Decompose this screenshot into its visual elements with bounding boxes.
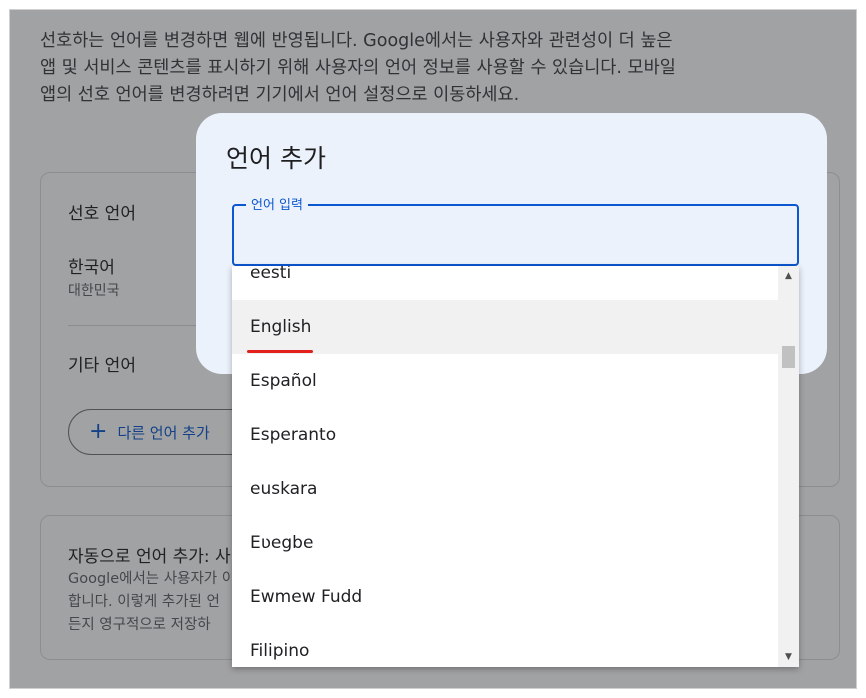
language-option-label: Esperanto <box>250 425 337 445</box>
language-option[interactable]: Eʋegbe <box>232 516 778 570</box>
language-input-label: 언어 입력 <box>246 194 308 213</box>
language-option-label: Eʋegbe <box>250 533 314 553</box>
red-underline-annotation <box>247 350 313 353</box>
dialog-title: 언어 추가 <box>226 144 326 173</box>
language-option[interactable]: euskara <box>232 462 778 516</box>
language-option[interactable]: Ewmew Fudd <box>232 570 778 624</box>
language-option[interactable]: eesti <box>232 266 778 300</box>
language-option-label: Filipino <box>250 641 310 661</box>
language-option[interactable]: Filipino <box>232 624 778 667</box>
language-option[interactable]: Español <box>232 354 778 408</box>
language-option-label: Español <box>250 371 317 391</box>
language-input[interactable] <box>248 220 778 250</box>
language-option-label: English <box>250 317 312 337</box>
scroll-up-arrow-icon[interactable]: ▲ <box>778 266 799 286</box>
language-dropdown-list: eesti English Español Esperanto euskara Eʋegb… <box>232 266 778 667</box>
scrollbar-thumb[interactable] <box>782 346 795 368</box>
language-option-label: euskara <box>250 479 318 499</box>
browser-frame: 선호하는 언어를 변경하면 웹에 반영됩니다. Google에서는 사용자와 관… <box>9 9 857 689</box>
language-dropdown[interactable]: eesti English Español Esperanto euskara Eʋegb… <box>232 266 799 667</box>
language-option[interactable]: English <box>232 300 778 354</box>
language-option[interactable]: Esperanto <box>232 408 778 462</box>
language-input-field[interactable]: 언어 입력 <box>232 194 799 266</box>
language-option-label: Ewmew Fudd <box>250 587 363 607</box>
language-option-label: eesti <box>250 266 292 283</box>
scroll-down-arrow-icon[interactable]: ▼ <box>778 647 799 667</box>
dropdown-scrollbar[interactable]: ▲ ▼ <box>778 266 799 667</box>
